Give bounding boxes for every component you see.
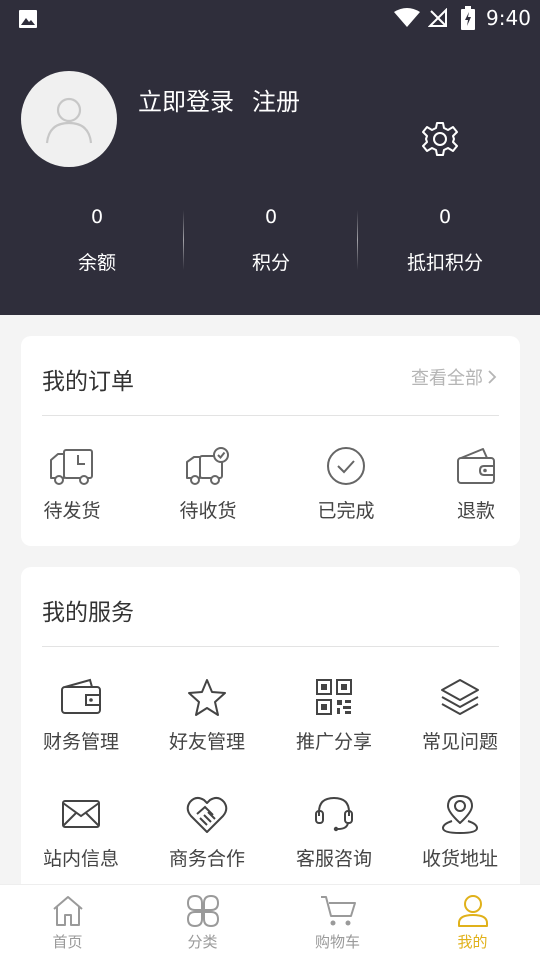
service-site-messages[interactable]: 站内信息 [31,792,131,871]
services-title: 我的服务 [42,600,134,626]
check-circle-icon [327,447,365,485]
service-label: 推广分享 [295,731,372,753]
stat-points[interactable]: 0 积分 [181,200,361,275]
account-stats: 0 余额 0 积分 0 抵扣积分 [0,200,540,290]
tab-label: 分类 [187,933,218,951]
service-label: 常见问题 [421,731,498,753]
stat-label: 抵扣积分 [406,252,483,274]
stat-label: 余额 [77,252,116,274]
tab-label: 我的 [457,933,488,951]
tab-label: 首页 [52,933,83,951]
avatar[interactable] [21,71,117,167]
view-all-label: 查看全部 [411,368,483,389]
order-refund[interactable]: 退款 [430,444,522,523]
service-label: 客服咨询 [295,848,372,870]
service-shipping-address[interactable]: 收货地址 [410,792,510,871]
location-pin-icon [441,795,479,835]
cart-icon [320,896,356,926]
order-item-label: 待收货 [179,500,237,522]
category-icon [186,894,219,928]
no-signal-icon [428,8,447,27]
profile-header: 9:40 立即登录 注册 0 余额 0 积分 0 抵扣积分 [0,0,540,315]
tab-label: 购物车 [314,933,360,951]
service-label: 好友管理 [168,731,245,753]
service-customer-support[interactable]: 客服咨询 [284,792,384,871]
user-silhouette-icon [45,97,93,144]
status-time: 9:40 [486,6,531,30]
my-services-card: 我的服务 财务管理 好友管理 推广分享 常见问题 站内信息 商务合作 客服咨询 … [21,567,520,897]
tab-category[interactable]: 分类 [135,893,270,952]
stat-deduction-points[interactable]: 0 抵扣积分 [355,200,535,275]
register-link[interactable]: 注册 [252,88,300,116]
order-pending-shipment[interactable]: 待发货 [26,444,118,523]
service-friends[interactable]: 好友管理 [157,675,257,754]
stat-value: 0 [90,206,104,228]
service-label: 收货地址 [421,848,498,870]
stat-label: 积分 [251,252,290,274]
stat-balance[interactable]: 0 余额 [7,200,187,275]
order-completed[interactable]: 已完成 [300,444,392,523]
divider [42,415,499,416]
truck-check-icon [186,447,229,485]
service-label: 商务合作 [168,848,245,870]
stat-value: 0 [264,206,278,228]
status-bar: 9:40 [0,0,540,36]
tab-mine[interactable]: 我的 [405,893,540,952]
wifi-icon [394,8,420,27]
battery-icon [461,6,475,30]
settings-gear-icon[interactable] [421,120,459,158]
view-all-orders-link[interactable]: 查看全部 [411,364,497,390]
service-label: 站内信息 [42,848,119,870]
star-icon [188,679,226,716]
wallet-refund-icon [457,448,495,484]
mail-icon [62,800,100,828]
tab-cart[interactable]: 购物车 [270,893,405,952]
order-item-label: 已完成 [317,500,375,522]
login-register-row: 立即登录 注册 [138,82,300,117]
service-finance[interactable]: 财务管理 [31,675,131,754]
chevron-right-icon [488,370,497,384]
order-pending-receipt[interactable]: 待收货 [162,444,254,523]
service-promote-share[interactable]: 推广分享 [284,675,384,754]
wallet-icon [61,678,101,714]
tab-home[interactable]: 首页 [0,893,135,952]
service-label: 财务管理 [42,731,119,753]
qrcode-icon [316,679,352,715]
my-orders-card: 我的订单 查看全部 待发货 待收货 已完成 退款 [21,336,520,546]
handshake-icon [186,796,228,833]
headset-icon [315,796,353,832]
home-icon [52,896,83,926]
orders-title: 我的订单 [42,369,134,395]
layers-icon [441,679,479,715]
service-business-cooperation[interactable]: 商务合作 [157,792,257,871]
truck-clock-icon [50,449,93,485]
stat-value: 0 [438,206,452,228]
order-item-label: 待发货 [43,500,101,522]
bottom-tab-bar: 首页 分类 购物车 我的 [0,884,540,960]
login-link[interactable]: 立即登录 [138,88,234,116]
gallery-notification-icon [19,10,37,28]
user-icon [457,895,488,927]
divider [42,646,499,647]
order-item-label: 退款 [456,500,495,522]
service-faq[interactable]: 常见问题 [410,675,510,754]
